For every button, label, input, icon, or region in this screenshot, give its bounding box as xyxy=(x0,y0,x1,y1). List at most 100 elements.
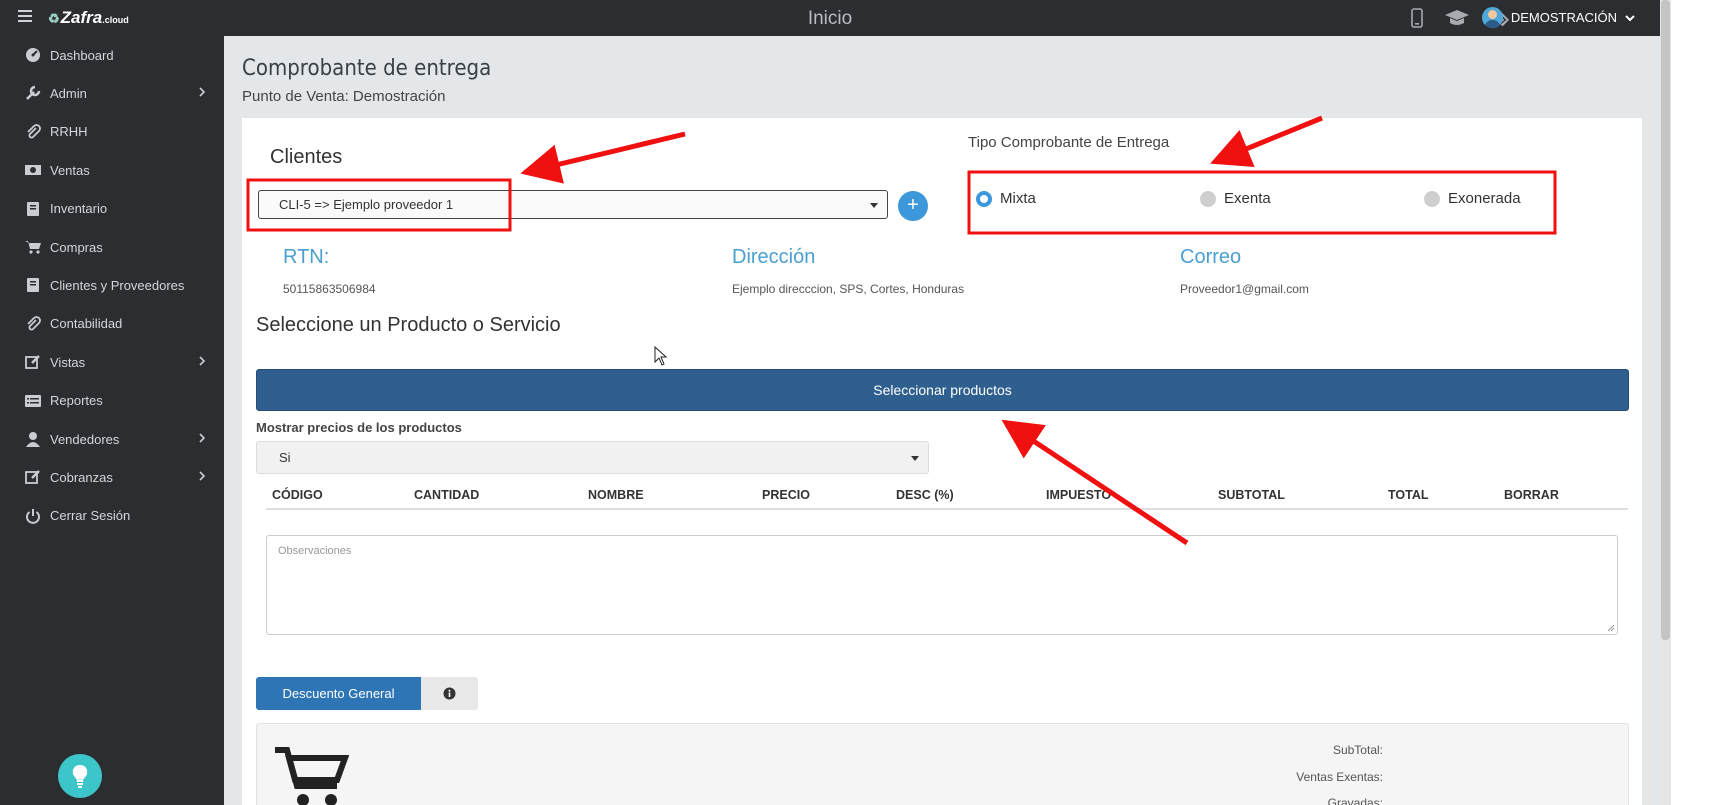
observaciones-textarea[interactable]: Observaciones xyxy=(266,535,1618,635)
summary-panel: SubTotal: Ventas Exentas: Gravadas: xyxy=(256,723,1629,805)
sidebar-item-label: Admin xyxy=(50,85,87,101)
precios-select[interactable]: Si xyxy=(256,441,929,474)
book-icon xyxy=(24,277,42,293)
edit-icon xyxy=(24,354,42,370)
sidebar-item-cerrar-sesion[interactable]: Cerrar Sesión xyxy=(0,501,224,531)
sidebar-item-cobranzas[interactable]: Cobranzas xyxy=(0,462,224,492)
cart-icon xyxy=(275,747,349,805)
precios-label: Mostrar precios de los productos xyxy=(256,420,462,435)
sidebar-item-dashboard[interactable]: Dashboard xyxy=(0,40,224,70)
subtotal-label: SubTotal: xyxy=(1332,743,1383,757)
descuento-general-button[interactable]: Descuento General xyxy=(256,677,421,710)
info-button[interactable] xyxy=(421,677,478,710)
sidebar-item-reportes[interactable]: Reportes xyxy=(0,386,224,416)
wrench-icon xyxy=(24,85,42,101)
radio-exonerada[interactable]: Exonerada xyxy=(1424,190,1521,207)
sidebar: Dashboard Admin RRHH Ventas Inventario Compra… xyxy=(0,36,224,805)
lightbulb-icon[interactable] xyxy=(58,754,102,798)
scroll-thumb[interactable] xyxy=(1661,0,1670,640)
sidebar-item-label: Ventas xyxy=(50,162,90,178)
money-icon xyxy=(24,162,42,178)
sidebar-item-label: Vendedores xyxy=(50,431,120,447)
sidebar-item-label: Vistas xyxy=(50,354,86,370)
user-menu[interactable]: DEMOSTRACIÓN xyxy=(1481,7,1635,28)
caret-down-icon xyxy=(870,203,878,208)
gravadas-label: Gravadas: xyxy=(1327,796,1383,805)
avatar xyxy=(1481,7,1503,28)
direccion-label: Dirección xyxy=(732,246,816,268)
sidebar-item-label: RRHH xyxy=(50,124,88,140)
chevron-right-icon xyxy=(196,355,208,367)
radio-exonerada-label: Exonerada xyxy=(1448,190,1521,207)
col-borrar: BORRAR xyxy=(1504,488,1559,502)
page-subtitle: Punto de Venta: Demostración xyxy=(242,88,446,105)
sidebar-item-label: Cobranzas xyxy=(50,469,113,485)
radio-exenta[interactable]: Exenta xyxy=(1200,190,1271,207)
sidebar-item-inventario[interactable]: Inventario xyxy=(0,194,224,224)
sidebar-item-ventas[interactable]: Ventas xyxy=(0,155,224,185)
info-icon xyxy=(443,687,456,700)
observaciones-placeholder: Observaciones xyxy=(278,545,352,557)
correo-label: Correo xyxy=(1180,246,1242,268)
chevron-right-icon xyxy=(196,470,208,482)
radio-unchecked-icon xyxy=(1200,190,1216,207)
rtn-value: 50115863506984 xyxy=(283,282,376,296)
sidebar-item-label: Contabilidad xyxy=(50,316,123,332)
correo-value: Proveedor1@gmail.com xyxy=(1180,282,1309,296)
products-table-header: CÓDIGO CANTIDAD NOMBRE PRECIO DESC (%) I… xyxy=(266,482,1628,510)
sidebar-item-vistas[interactable]: Vistas xyxy=(0,347,224,377)
sidebar-item-clientes-y-proveedores[interactable]: Clientes y Proveedores xyxy=(0,270,224,300)
rtn-label: RTN: xyxy=(283,246,330,268)
list-icon xyxy=(24,393,42,409)
producto-label: Seleccione un Producto o Servicio xyxy=(256,314,561,336)
radio-mixta-label: Mixta xyxy=(1000,190,1036,207)
mobile-icon[interactable] xyxy=(1404,7,1430,29)
col-desc: DESC (%) xyxy=(896,488,954,502)
client-select-value: CLI-5 => Ejemplo proveedor 1 xyxy=(279,197,454,212)
sidebar-item-contabilidad[interactable]: Contabilidad xyxy=(0,309,224,339)
radio-unchecked-icon xyxy=(1424,190,1440,207)
sidebar-item-label: Reportes xyxy=(50,393,103,409)
col-subtotal: SUBTOTAL xyxy=(1218,488,1285,502)
paperclip-icon xyxy=(24,315,42,332)
col-impuesto: IMPUESTO xyxy=(1046,488,1112,502)
radio-checked-icon xyxy=(976,190,992,207)
resize-grip-icon[interactable] xyxy=(1607,624,1615,632)
add-client-button[interactable]: + xyxy=(898,191,928,221)
top-bar: ♻Zafra.cloud Inicio DEMOSTRACIÓN xyxy=(0,0,1660,36)
radio-mixta[interactable]: Mixta xyxy=(976,190,1036,207)
chevron-right-icon xyxy=(196,432,208,444)
power-icon xyxy=(24,508,42,524)
radio-exenta-label: Exenta xyxy=(1224,190,1271,207)
select-products-button[interactable]: Seleccionar productos xyxy=(256,369,1629,411)
book-icon xyxy=(24,201,42,217)
col-nombre: NOMBRE xyxy=(588,488,644,502)
precios-select-value: Si xyxy=(279,450,291,465)
sidebar-item-label: Inventario xyxy=(50,201,108,217)
col-total: TOTAL xyxy=(1388,488,1429,502)
scrollbar[interactable] xyxy=(1660,0,1671,805)
sidebar-item-rrhh[interactable]: RRHH xyxy=(0,117,224,147)
sidebar-item-label: Dashboard xyxy=(50,47,114,63)
col-codigo: CÓDIGO xyxy=(272,488,323,502)
chevron-right-icon xyxy=(196,86,208,98)
graduation-cap-icon[interactable] xyxy=(1444,7,1470,29)
sidebar-item-admin[interactable]: Admin xyxy=(0,78,224,108)
form-card: Clientes CLI-5 => Ejemplo proveedor 1 + … xyxy=(242,118,1642,805)
col-cantidad: CANTIDAD xyxy=(414,488,480,502)
caret-down-icon xyxy=(911,456,919,461)
ventas-exentas-label: Ventas Exentas: xyxy=(1296,770,1383,784)
sidebar-item-compras[interactable]: Compras xyxy=(0,232,224,262)
client-select[interactable]: CLI-5 => Ejemplo proveedor 1 xyxy=(258,190,888,219)
main-content: Comprobante de entrega Punto de Venta: D… xyxy=(224,36,1660,805)
direccion-value: Ejemplo direcccion, SPS, Cortes, Hondura… xyxy=(732,282,965,296)
sidebar-item-label: Clientes y Proveedores xyxy=(50,277,185,293)
sidebar-item-vendedores[interactable]: Vendedores xyxy=(0,424,224,454)
user-icon xyxy=(24,431,42,447)
paperclip-icon xyxy=(24,123,42,140)
page-title: Comprobante de entrega xyxy=(242,56,492,81)
sidebar-item-label: Cerrar Sesión xyxy=(50,508,131,524)
col-precio: PRECIO xyxy=(762,488,810,502)
chevron-down-icon xyxy=(1625,14,1635,21)
sidebar-item-label: Compras xyxy=(50,239,103,255)
